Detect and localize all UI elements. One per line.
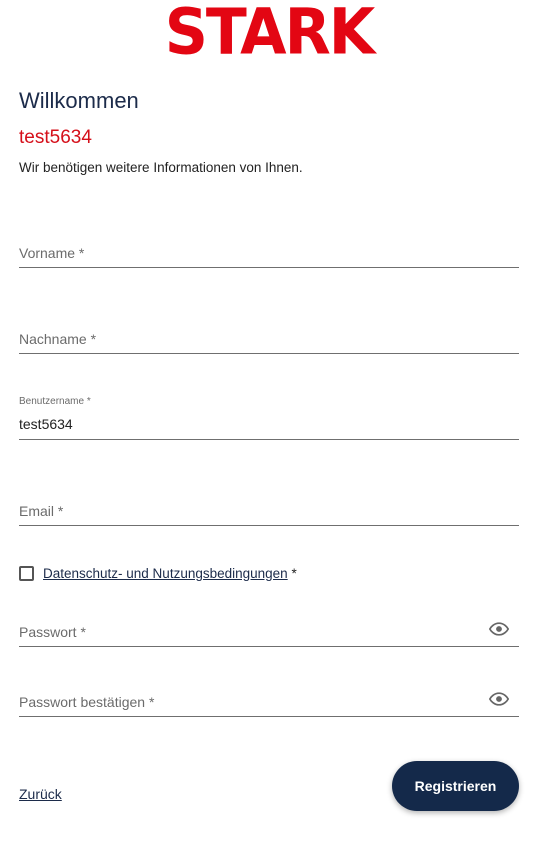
- page-subtitle: Wir benötigen weitere Informationen von …: [19, 160, 303, 175]
- eye-icon[interactable]: [489, 622, 509, 636]
- username-field[interactable]: Benutzername * test5634: [19, 396, 519, 440]
- username-label: Benutzername *: [19, 396, 91, 407]
- password-placeholder: Passwort *: [19, 624, 86, 640]
- username-value: test5634: [19, 416, 73, 432]
- terms-checkbox[interactable]: [19, 565, 34, 581]
- username-highlight: test5634: [19, 127, 92, 148]
- back-link[interactable]: Zurück: [19, 786, 62, 802]
- password-confirm-field[interactable]: Passwort bestätigen *: [19, 673, 519, 717]
- lastname-placeholder: Nachname *: [19, 331, 97, 347]
- terms-link[interactable]: Datenschutz- und Nutzungsbedingungen: [43, 566, 288, 581]
- terms-label: Datenschutz- und Nutzungsbedingungen *: [43, 566, 297, 581]
- lastname-field[interactable]: Nachname *: [19, 310, 519, 354]
- firstname-field[interactable]: Vorname *: [19, 224, 519, 268]
- terms-required-mark: *: [287, 565, 297, 581]
- eye-icon[interactable]: [489, 692, 509, 706]
- password-confirm-placeholder: Passwort bestätigen *: [19, 694, 155, 710]
- firstname-placeholder: Vorname *: [19, 245, 85, 261]
- page-title: Willkommen: [19, 88, 139, 113]
- email-field[interactable]: Email *: [19, 482, 519, 526]
- terms-row: Datenschutz- und Nutzungsbedingungen *: [19, 563, 297, 583]
- stark-logo: STARK: [164, 0, 376, 70]
- register-button[interactable]: Registrieren: [392, 761, 519, 811]
- password-field[interactable]: Passwort *: [19, 603, 519, 647]
- email-placeholder: Email *: [19, 503, 64, 519]
